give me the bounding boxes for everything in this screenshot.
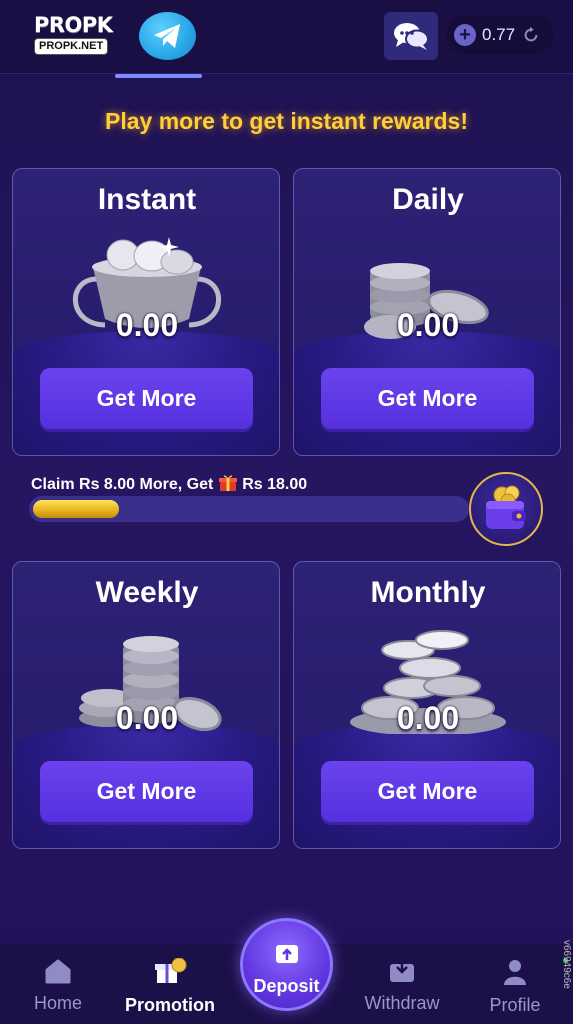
active-tab-indicator: [115, 74, 202, 78]
card-amount: 0.00: [115, 307, 179, 343]
wallet-reward-button[interactable]: [469, 472, 543, 546]
get-more-button[interactable]: Get More: [321, 368, 534, 429]
gift-icon: [155, 957, 187, 983]
card-title: Weekly: [95, 576, 199, 609]
nav-label: Profile: [489, 995, 541, 1015]
reward-card-instant: Instant 0.00 Get More: [12, 168, 280, 456]
get-more-button[interactable]: Get More: [40, 761, 253, 822]
refresh-icon[interactable]: [522, 26, 540, 44]
card-title: Instant: [97, 183, 197, 216]
add-funds-button[interactable]: +: [454, 24, 476, 46]
top-bar: PROPK PROPK.NET + 0.77: [0, 0, 573, 74]
claim-label-before: Claim Rs 8.00 More, Get: [31, 476, 214, 493]
nav-home[interactable]: Home: [8, 958, 108, 1014]
balance-display: + 0.77: [446, 16, 554, 54]
nav-withdraw[interactable]: Withdraw: [352, 958, 452, 1014]
nav-label: Home: [33, 993, 82, 1013]
claim-progress-bar: [29, 496, 469, 522]
nav-profile[interactable]: Profile: [465, 958, 565, 1016]
logo-subtext: PROPK.NET: [34, 38, 109, 55]
version-label: v66949c6e: [561, 940, 572, 989]
claim-label-after: Rs 18.00: [242, 476, 308, 493]
claim-progress-label: Claim Rs 8.00 More, Get Rs 18.00: [31, 474, 307, 494]
home-icon: [45, 959, 71, 984]
get-more-button[interactable]: Get More: [40, 368, 253, 429]
withdraw-icon: [390, 959, 414, 982]
profile-icon: [504, 960, 526, 985]
logo-text: PROPK: [34, 13, 113, 37]
deposit-icon: [275, 945, 298, 963]
gift-icon: [218, 475, 237, 491]
card-title: Monthly: [370, 576, 486, 609]
nav-promotion[interactable]: Promotion: [120, 957, 220, 1016]
nav-label: Deposit: [253, 976, 320, 996]
rewards-headline: Play more to get instant rewards!: [105, 108, 468, 134]
wallet-coins-icon: [486, 485, 526, 529]
deposit-button[interactable]: Deposit: [240, 918, 333, 1011]
telegram-button[interactable]: [139, 12, 196, 60]
balance-value: 0.77: [482, 25, 516, 44]
card-amount: 0.00: [396, 307, 460, 343]
logo: PROPK PROPK.NET: [34, 14, 118, 56]
claim-progress-fill: [33, 500, 120, 518]
chat-button[interactable]: [384, 12, 438, 60]
card-amount: 0.00: [115, 700, 179, 736]
reward-card-monthly: Monthly 0.00 Get More: [293, 561, 561, 849]
nav-label: Withdraw: [364, 993, 440, 1013]
card-title: Daily: [392, 183, 464, 216]
nav-label: Promotion: [125, 995, 215, 1015]
reward-card-weekly: Weekly 0.00 Get More: [12, 561, 280, 849]
get-more-button[interactable]: Get More: [321, 761, 534, 822]
chat-icon: [394, 23, 429, 50]
reward-card-daily: Daily 0.00 Get More: [293, 168, 561, 456]
telegram-icon: [153, 24, 180, 48]
card-amount: 0.00: [396, 700, 460, 736]
plus-icon: +: [459, 24, 471, 46]
